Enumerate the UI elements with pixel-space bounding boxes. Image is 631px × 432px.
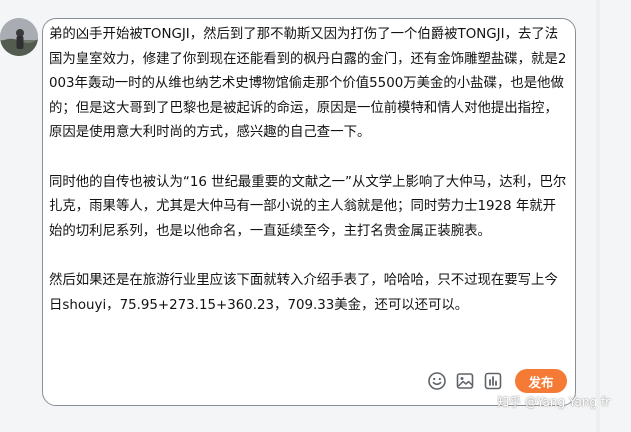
editor-paragraph: 弟的凶手开始被TONGJI，然后到了那不勒斯又因为打伤了一个伯爵被TONGJI，…: [49, 27, 567, 141]
emoji-icon[interactable]: [425, 369, 449, 393]
avatar[interactable]: [0, 18, 38, 56]
post-text-editor[interactable]: 弟的凶手开始被TONGJI，然后到了那不勒斯又因为打伤了一个伯爵被TONGJI，…: [49, 23, 567, 368]
scrollbar[interactable]: [596, 0, 600, 432]
page: 弟的凶手开始被TONGJI，然后到了那不勒斯又因为打伤了一个伯爵被TONGJI，…: [0, 0, 631, 432]
image-icon[interactable]: [453, 369, 477, 393]
watermark: 知乎 @Yang Yang fr: [497, 395, 611, 409]
chart-icon[interactable]: [481, 369, 505, 393]
editor-paragraph: 然后如果还是在旅游行业里应该下面就转入介绍手表了，哈哈哈，只不过现在要写上今日s…: [49, 272, 558, 313]
avatar-photo: [0, 18, 38, 56]
post-composer: 弟的凶手开始被TONGJI，然后到了那不勒斯又因为打伤了一个伯爵被TONGJI，…: [42, 18, 576, 406]
composer-toolbar: 发布: [425, 369, 567, 393]
publish-button[interactable]: 发布: [515, 369, 567, 393]
editor-paragraph: 同时他的自传也被认为“16 世纪最重要的文献之一”从文学上影响了大仲马，达利，巴…: [49, 174, 567, 239]
